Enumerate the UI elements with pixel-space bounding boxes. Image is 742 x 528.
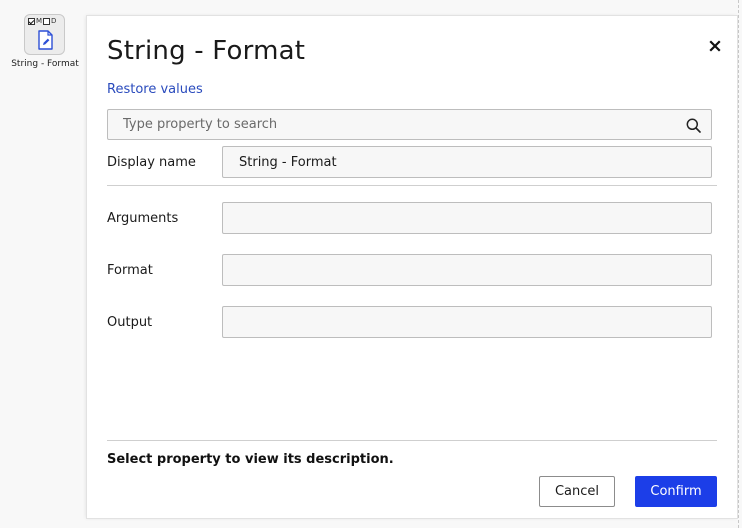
description-divider	[107, 440, 717, 441]
output-field[interactable]	[222, 306, 712, 338]
property-search-box	[107, 109, 712, 140]
format-field[interactable]	[222, 254, 712, 286]
cancel-button[interactable]: Cancel	[539, 476, 615, 507]
d-flag-checkbox[interactable]	[43, 18, 51, 25]
d-flag-label: D	[51, 17, 57, 25]
dialog-title: String - Format	[107, 36, 306, 66]
canvas-border	[738, 0, 739, 528]
output-label: Output	[107, 315, 153, 330]
document-edit-icon	[38, 30, 53, 50]
restore-values-link[interactable]: Restore values	[107, 82, 203, 97]
properties-dialog: String - Format Restore values Display n…	[87, 16, 737, 518]
activity-node[interactable]: M D	[24, 14, 65, 55]
property-description: Select property to view its description.	[107, 452, 394, 467]
display-name-divider	[107, 185, 717, 186]
search-icon[interactable]	[686, 118, 701, 133]
arguments-label: Arguments	[107, 211, 179, 226]
confirm-button[interactable]: Confirm	[635, 476, 717, 507]
activity-node-label: String - Format	[11, 59, 79, 69]
m-flag-label: M	[36, 17, 43, 25]
display-name-field[interactable]	[222, 146, 712, 178]
property-search-input[interactable]	[108, 110, 678, 139]
node-flags: M D	[28, 17, 56, 26]
arguments-field[interactable]	[222, 202, 712, 234]
format-label: Format	[107, 263, 153, 278]
m-flag-checkbox[interactable]	[28, 18, 35, 25]
close-icon[interactable]	[707, 38, 723, 54]
display-name-label: Display name	[107, 155, 196, 170]
